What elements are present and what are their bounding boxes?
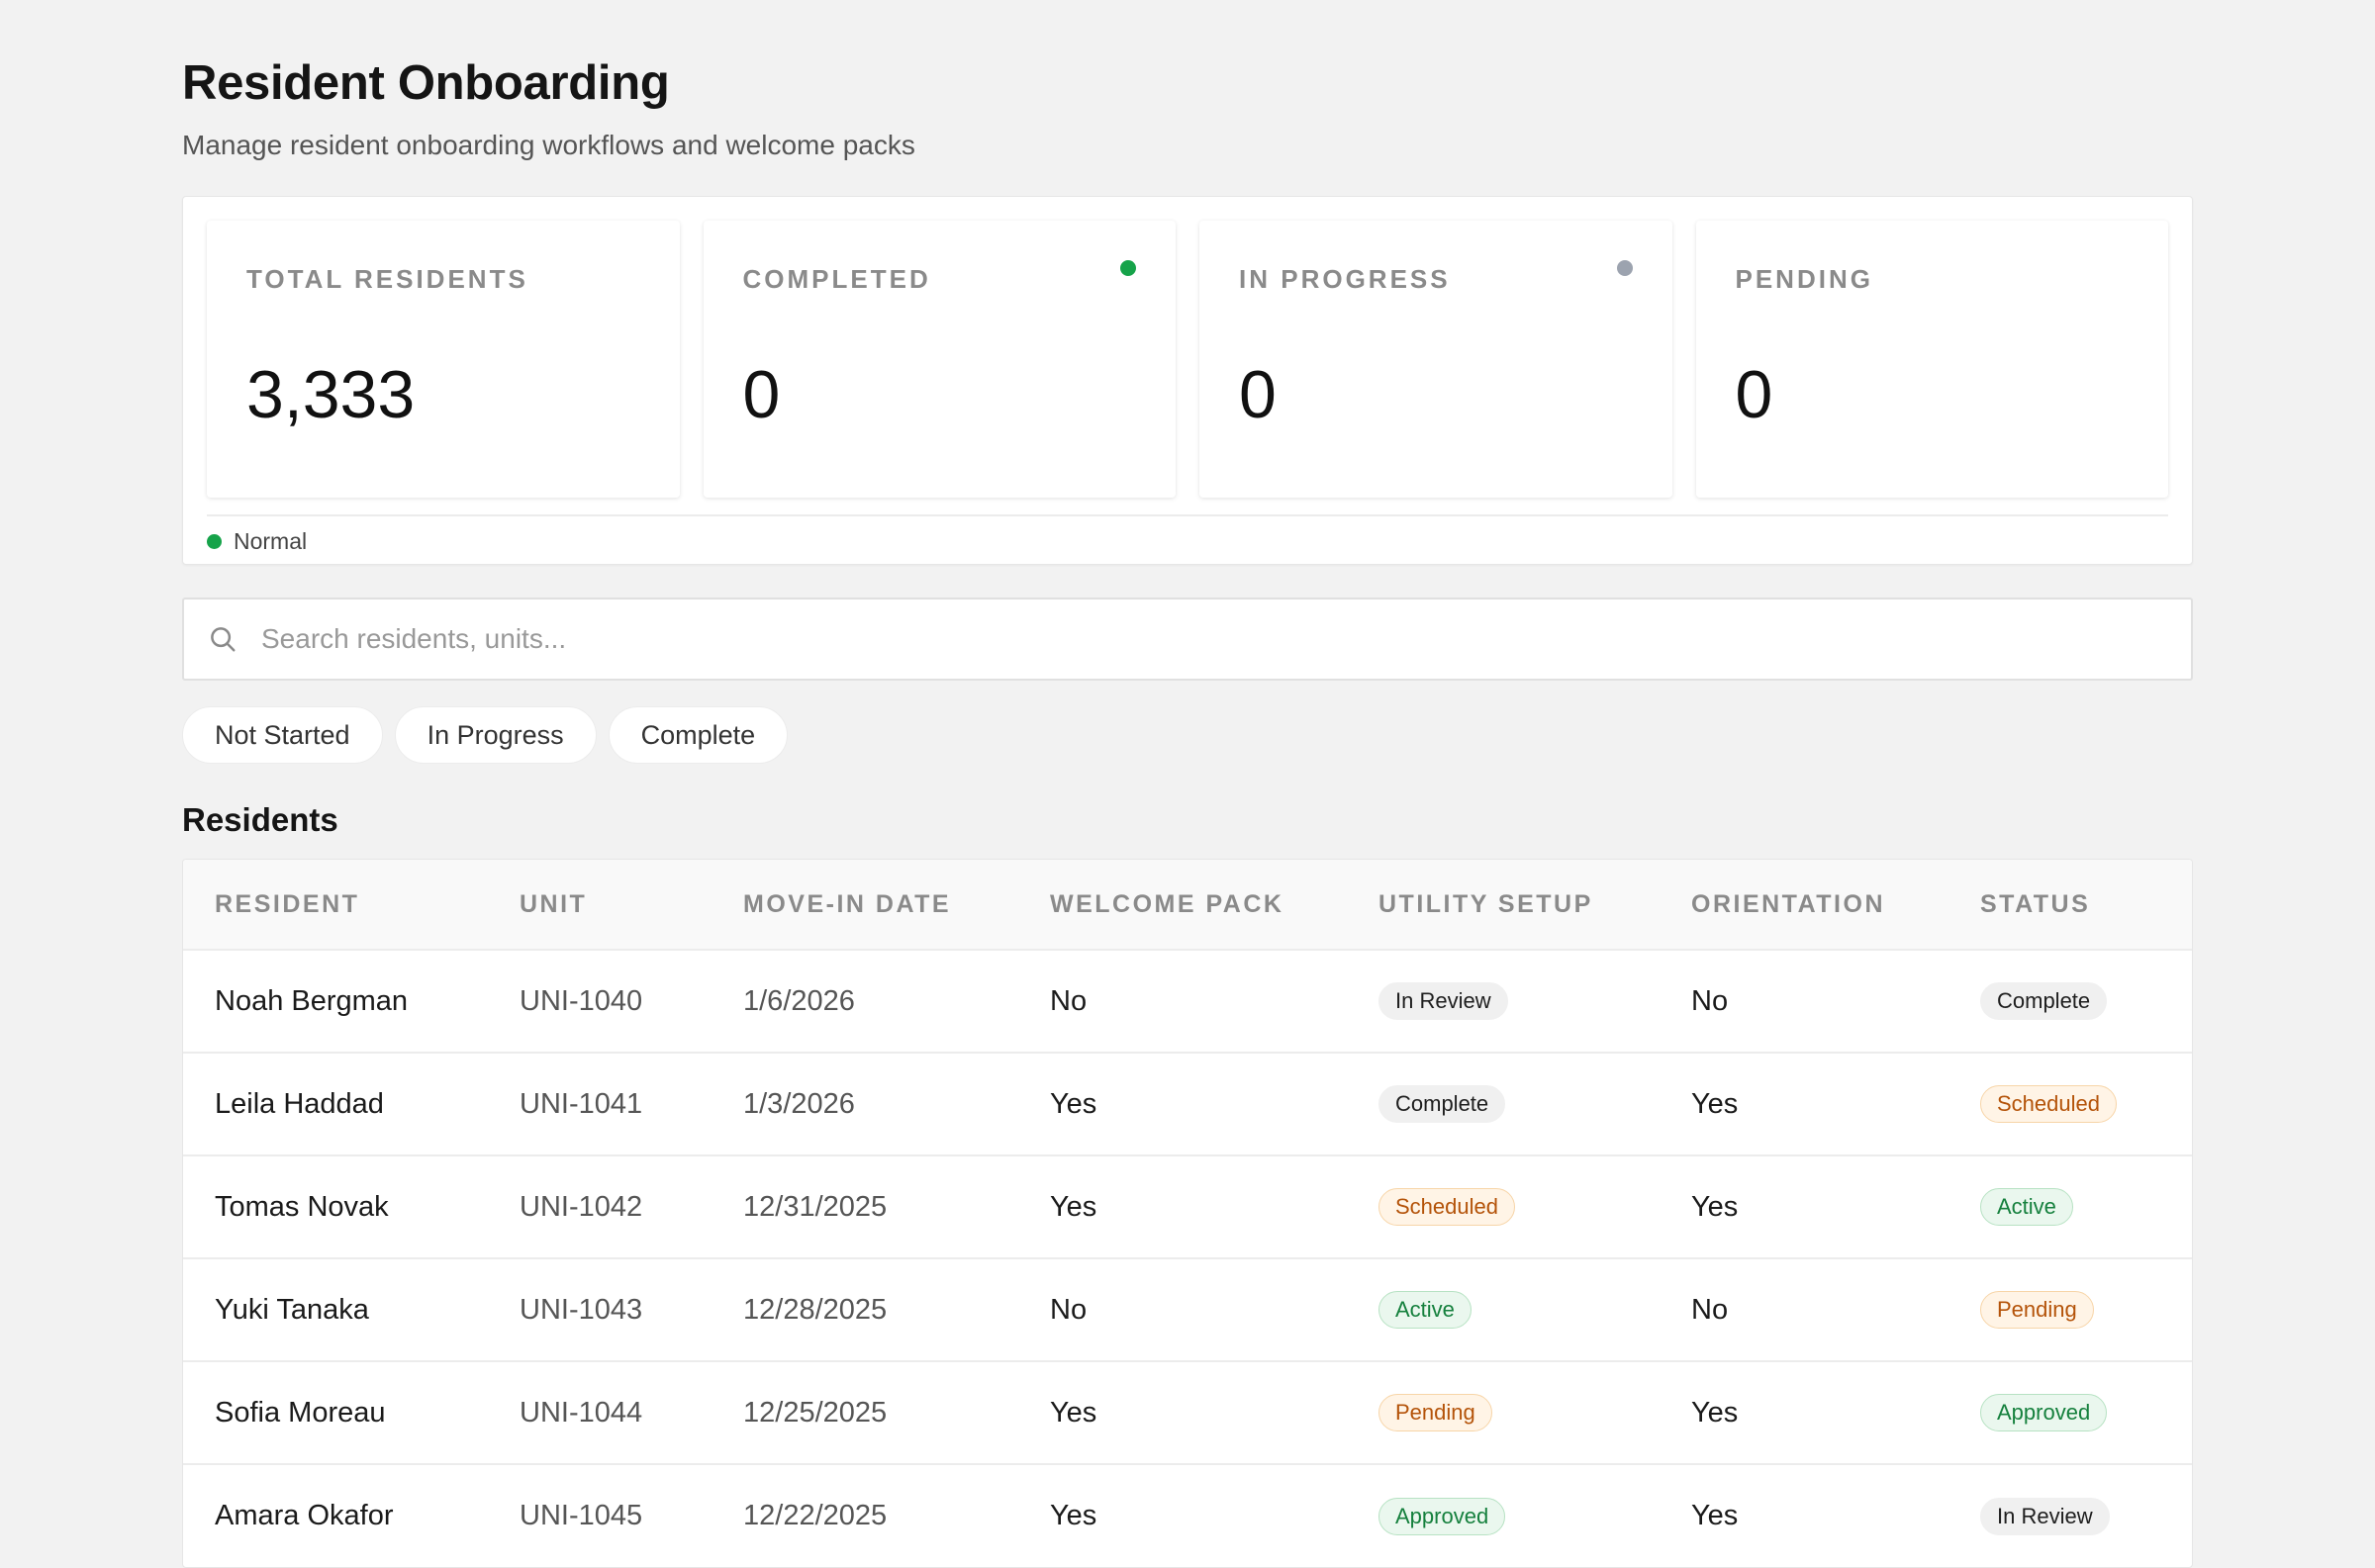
cell-status: Complete bbox=[1948, 950, 2192, 1053]
cell-unit: UNI-1043 bbox=[520, 1293, 643, 1326]
status-badge: Complete bbox=[1378, 1085, 1506, 1123]
cell-welcome-pack: No bbox=[1050, 984, 1088, 1017]
cell-unit: UNI-1040 bbox=[520, 984, 643, 1017]
cell-utility-setup: Scheduled bbox=[1347, 1155, 1660, 1258]
table-row[interactable]: Tomas Novak UNI-1042 12/31/2025 Yes Sche… bbox=[183, 1155, 2192, 1258]
cell-unit: UNI-1045 bbox=[520, 1500, 643, 1531]
kpi-value: 0 bbox=[742, 357, 781, 432]
cell-utility-setup: Pending bbox=[1347, 1361, 1660, 1464]
cell-move-in-date: 12/25/2025 bbox=[743, 1396, 888, 1429]
kpi-value: 0 bbox=[1735, 357, 1773, 432]
cell-status: In Review bbox=[1948, 1464, 2192, 1567]
kpi-value: 0 bbox=[1239, 357, 1277, 432]
kpi-row: TOTAL RESIDENTS 3,333 COMPLETED 0 IN PRO… bbox=[207, 221, 2168, 498]
cell-resident: Noah Bergman bbox=[215, 984, 409, 1017]
table-row[interactable]: Amara Okafor UNI-1045 12/22/2025 Yes App… bbox=[183, 1464, 2192, 1567]
cell-utility-setup: In Review bbox=[1347, 950, 1660, 1053]
status-badge: Pending bbox=[1378, 1394, 1492, 1431]
system-status-label: Normal bbox=[234, 527, 308, 554]
cell-move-in-date: 12/31/2025 bbox=[743, 1190, 888, 1223]
page-subtitle: Manage resident onboarding workflows and… bbox=[182, 130, 915, 160]
status-badge: In Review bbox=[1980, 1497, 2110, 1535]
cell-move-in-date: 1/6/2026 bbox=[743, 984, 855, 1017]
search-input[interactable] bbox=[259, 622, 2044, 656]
cell-orientation: Yes bbox=[1691, 1500, 1739, 1531]
column-header-welcome-pack[interactable]: WELCOME PACK bbox=[1018, 860, 1347, 950]
page-title: Resident Onboarding bbox=[182, 56, 670, 110]
cell-orientation: Yes bbox=[1691, 1396, 1739, 1429]
table-row[interactable]: Noah Bergman UNI-1040 1/6/2026 No In Rev… bbox=[183, 950, 2192, 1053]
cell-orientation: Yes bbox=[1691, 1087, 1739, 1120]
column-header-unit[interactable]: UNIT bbox=[488, 860, 712, 950]
table-row[interactable]: Yuki Tanaka UNI-1043 12/28/2025 No Activ… bbox=[183, 1258, 2192, 1361]
cell-resident: Leila Haddad bbox=[215, 1087, 384, 1120]
cell-welcome-pack: Yes bbox=[1050, 1500, 1097, 1531]
cell-resident: Tomas Novak bbox=[215, 1190, 389, 1223]
cell-resident: Yuki Tanaka bbox=[215, 1293, 369, 1326]
kpi-card-completed: COMPLETED 0 bbox=[703, 221, 1176, 498]
cell-utility-setup: Approved bbox=[1347, 1464, 1660, 1567]
table-row[interactable]: Leila Haddad UNI-1041 1/3/2026 Yes Compl… bbox=[183, 1053, 2192, 1155]
cell-resident: Sofia Moreau bbox=[215, 1396, 386, 1429]
system-status: Normal bbox=[207, 514, 2168, 566]
cell-status: Scheduled bbox=[1948, 1053, 2192, 1155]
status-badge: Approved bbox=[1980, 1394, 2108, 1431]
status-badge: Scheduled bbox=[1378, 1188, 1515, 1226]
filter-pills: Not Started In Progress Complete bbox=[182, 706, 2193, 764]
cell-welcome-pack: Yes bbox=[1050, 1396, 1097, 1429]
page: Resident Onboarding Manage resident onbo… bbox=[182, 0, 2193, 1568]
cell-unit: UNI-1042 bbox=[520, 1190, 643, 1223]
status-badge: Active bbox=[1378, 1291, 1472, 1329]
cell-orientation: No bbox=[1691, 984, 1729, 1017]
kpi-label: PENDING bbox=[1735, 264, 1873, 294]
search-icon bbox=[211, 627, 236, 652]
filter-not-started[interactable]: Not Started bbox=[182, 706, 383, 764]
cell-welcome-pack: No bbox=[1050, 1293, 1088, 1326]
section-title-residents: Residents bbox=[182, 801, 338, 838]
status-badge: Pending bbox=[1980, 1291, 2094, 1329]
cell-move-in-date: 12/22/2025 bbox=[743, 1500, 888, 1531]
table-header-row: RESIDENT UNIT MOVE-IN DATE WELCOME PACK … bbox=[183, 860, 2192, 950]
kpi-label: COMPLETED bbox=[742, 264, 931, 294]
cell-resident: Amara Okafor bbox=[215, 1500, 394, 1531]
cell-orientation: Yes bbox=[1691, 1190, 1739, 1223]
status-badge: In Review bbox=[1378, 982, 1508, 1020]
kpi-label: TOTAL RESIDENTS bbox=[246, 264, 528, 294]
cell-orientation: No bbox=[1691, 1293, 1729, 1326]
filter-in-progress[interactable]: In Progress bbox=[394, 706, 597, 764]
cell-utility-setup: Active bbox=[1347, 1258, 1660, 1361]
status-badge: Scheduled bbox=[1980, 1085, 2117, 1123]
column-header-orientation[interactable]: ORIENTATION bbox=[1660, 860, 1948, 950]
kpi-card-in-progress: IN PROGRESS 0 bbox=[1199, 221, 1672, 498]
column-header-status[interactable]: STATUS bbox=[1948, 860, 2192, 950]
cell-status: Approved bbox=[1948, 1361, 2192, 1464]
kpi-card-total-residents: TOTAL RESIDENTS 3,333 bbox=[207, 221, 680, 498]
kpi-label: IN PROGRESS bbox=[1239, 264, 1451, 294]
column-header-resident[interactable]: RESIDENT bbox=[183, 860, 488, 950]
table-row[interactable]: Sofia Moreau UNI-1044 12/25/2025 Yes Pen… bbox=[183, 1361, 2192, 1464]
cell-move-in-date: 12/28/2025 bbox=[743, 1293, 888, 1326]
cell-unit: UNI-1041 bbox=[520, 1087, 643, 1120]
status-dot-icon bbox=[1616, 260, 1633, 276]
status-dot-icon bbox=[207, 533, 222, 549]
cell-welcome-pack: Yes bbox=[1050, 1190, 1097, 1223]
kpi-panel: TOTAL RESIDENTS 3,333 COMPLETED 0 IN PRO… bbox=[182, 196, 2193, 565]
cell-status: Pending bbox=[1948, 1258, 2192, 1361]
kpi-value: 3,333 bbox=[246, 357, 416, 432]
cell-unit: UNI-1044 bbox=[520, 1396, 643, 1429]
search-bar[interactable] bbox=[182, 598, 2193, 681]
column-header-move-in-date[interactable]: MOVE-IN DATE bbox=[712, 860, 1018, 950]
column-header-utility-setup[interactable]: UTILITY SETUP bbox=[1347, 860, 1660, 950]
status-badge: Active bbox=[1980, 1188, 2073, 1226]
status-badge: Approved bbox=[1378, 1497, 1506, 1535]
cell-status: Active bbox=[1948, 1155, 2192, 1258]
residents-table: RESIDENT UNIT MOVE-IN DATE WELCOME PACK … bbox=[182, 859, 2193, 1568]
cell-welcome-pack: Yes bbox=[1050, 1087, 1097, 1120]
status-badge: Complete bbox=[1980, 982, 2108, 1020]
status-dot-icon bbox=[1120, 260, 1136, 276]
kpi-card-pending: PENDING 0 bbox=[1695, 221, 2168, 498]
cell-move-in-date: 1/3/2026 bbox=[743, 1087, 855, 1120]
filter-complete[interactable]: Complete bbox=[608, 706, 789, 764]
cell-utility-setup: Complete bbox=[1347, 1053, 1660, 1155]
